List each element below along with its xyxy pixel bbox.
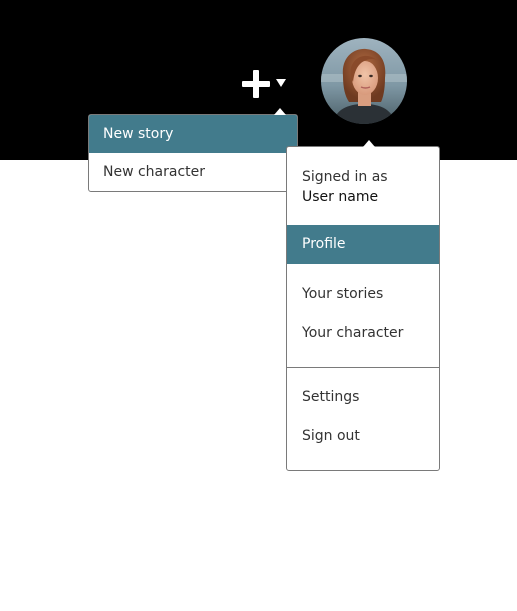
menu-divider: [287, 367, 439, 368]
create-button[interactable]: [240, 68, 288, 100]
plus-icon: [242, 70, 270, 98]
menu-item-sign-out[interactable]: Sign out: [287, 417, 439, 456]
signed-in-info: Signed in as User name: [302, 167, 388, 207]
signed-in-label: Signed in as: [302, 169, 388, 185]
menu-item-settings[interactable]: Settings: [287, 378, 439, 417]
user-dropdown-menu: Signed in as User name Profile Your stor…: [286, 140, 440, 471]
caret-down-icon: [276, 79, 286, 87]
user-avatar: [321, 38, 407, 124]
menu-item-profile[interactable]: Profile: [287, 225, 439, 264]
menu-item-your-character[interactable]: Your character: [287, 314, 439, 353]
menu-item-new-story[interactable]: New story: [89, 115, 297, 153]
user-name: User name: [302, 189, 379, 205]
menu-item-your-stories[interactable]: Your stories: [287, 275, 439, 314]
create-dropdown-menu: New story New character: [88, 108, 298, 192]
menu-item-new-character[interactable]: New character: [89, 153, 297, 191]
avatar[interactable]: [321, 38, 407, 124]
page: New story New character Signed in as Use…: [0, 0, 517, 611]
